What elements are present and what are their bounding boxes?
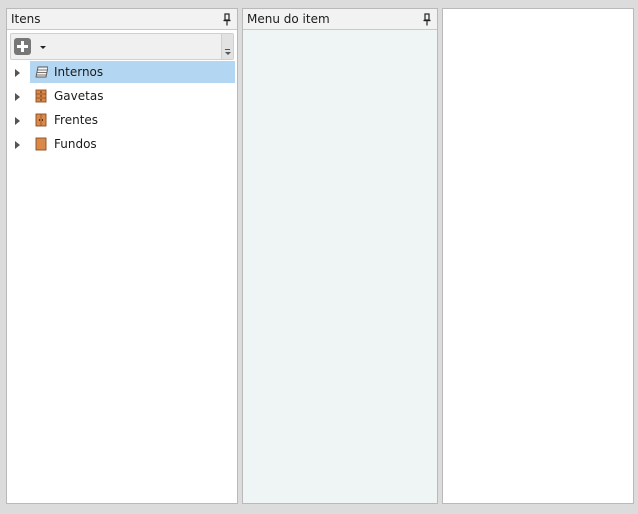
tree-item-label: Frentes [54,113,99,127]
content-pane [442,8,634,504]
tree-item-box[interactable]: Internos [30,61,235,83]
items-toolbar [10,33,234,60]
item-menu-pane-header: Menu do item [243,9,437,30]
tree-item-box[interactable]: Gavetas [30,85,235,107]
tree-item-label: Fundos [54,137,97,151]
tree-item-frentes[interactable]: Frentes [7,109,237,133]
shelf-icon [35,66,48,78]
drawer-icon [35,89,47,103]
items-pane-title: Itens [11,12,41,26]
expand-arrow-icon[interactable] [15,141,20,149]
item-menu-pane-title: Menu do item [247,12,330,26]
expand-arrow-icon[interactable] [15,117,20,125]
tree-item-box[interactable]: Frentes [30,109,235,131]
tree-item-gavetas[interactable]: Gavetas [7,85,237,109]
caret-down-icon[interactable] [40,46,46,49]
expand-arrow-icon[interactable] [15,93,20,101]
expand-arrow-icon[interactable] [15,69,20,77]
tree-item-fundos[interactable]: Fundos [7,133,237,157]
items-pane: Itens Internos Gavetas Frentes Fundos [6,8,238,504]
items-pane-header: Itens [7,9,237,30]
item-menu-pane: Menu do item [242,8,438,504]
pin-icon[interactable] [222,13,232,26]
back-panel-icon [35,137,47,151]
tree-item-label: Gavetas [54,89,104,103]
pin-icon[interactable] [422,13,432,26]
door-icon [35,113,47,127]
tree-item-box[interactable]: Fundos [30,133,235,155]
toolbar-overflow-icon[interactable] [221,34,233,59]
tree-item-internos[interactable]: Internos [7,61,237,85]
items-tree: Internos Gavetas Frentes Fundos [7,61,237,157]
plus-icon[interactable] [14,38,31,55]
tree-item-label: Internos [54,65,104,79]
